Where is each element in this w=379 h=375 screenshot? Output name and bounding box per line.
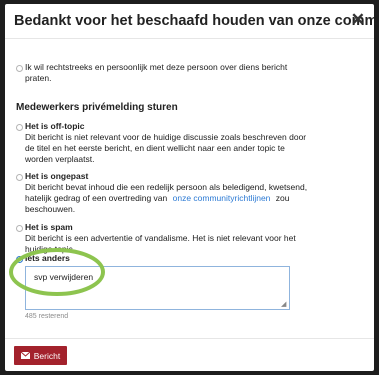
community-guidelines-link[interactable]: onze communityrichtlijnen <box>173 193 271 203</box>
resize-grip-icon[interactable]: ◢ <box>281 301 286 308</box>
spam-title: Het is spam <box>25 222 73 232</box>
inappropriate-desc-line2: hatelijk gedrag of een overtreding van <box>25 193 168 203</box>
footer-divider <box>5 338 374 339</box>
highlight-ellipse <box>9 248 105 296</box>
direct-message-radio[interactable] <box>16 65 23 72</box>
flag-modal: Bedankt voor het beschaafd houden van on… <box>5 4 374 371</box>
inappropriate-title: Het is ongepast <box>25 171 89 181</box>
off-topic-desc-line2: de titel en het eerste bericht, en dient… <box>25 143 285 153</box>
submit-flag-button[interactable]: Bericht <box>14 346 67 365</box>
section-heading: Medewerkers privémelding sturen <box>16 102 178 113</box>
spam-desc-line1: Dit bericht is een advertentie of vandal… <box>25 233 296 243</box>
off-topic-desc-line1: Dit bericht is niet relevant voor de hui… <box>25 132 307 142</box>
inappropriate-desc-after-link: zou <box>275 193 290 203</box>
submit-label: Bericht <box>33 350 61 361</box>
direct-message-label-line2: praten. <box>25 73 52 83</box>
inappropriate-desc-line3: beschouwen. <box>25 204 76 214</box>
envelope-icon <box>20 352 30 359</box>
modal-title: Bedankt voor het beschaafd houden van on… <box>14 13 374 29</box>
inappropriate-desc-line1: Dit bericht bevat inhoud die een redelij… <box>25 182 308 192</box>
off-topic-radio[interactable] <box>16 124 23 131</box>
inappropriate-desc-line2-wrap: hatelijk gedrag of een overtreding van o… <box>25 193 290 204</box>
characters-remaining: 485 resterend <box>25 313 69 320</box>
close-icon[interactable]: ✕ <box>351 11 365 28</box>
spam-radio[interactable] <box>16 225 23 232</box>
direct-message-label-line1: Ik wil rechtstreeks en persoonlijk met d… <box>25 62 288 72</box>
off-topic-desc-line3: worden verplaatst. <box>25 154 95 164</box>
modal-header: Bedankt voor het beschaafd houden van on… <box>5 4 374 39</box>
inappropriate-radio[interactable] <box>16 174 23 181</box>
off-topic-title: Het is off-topic <box>25 121 85 131</box>
